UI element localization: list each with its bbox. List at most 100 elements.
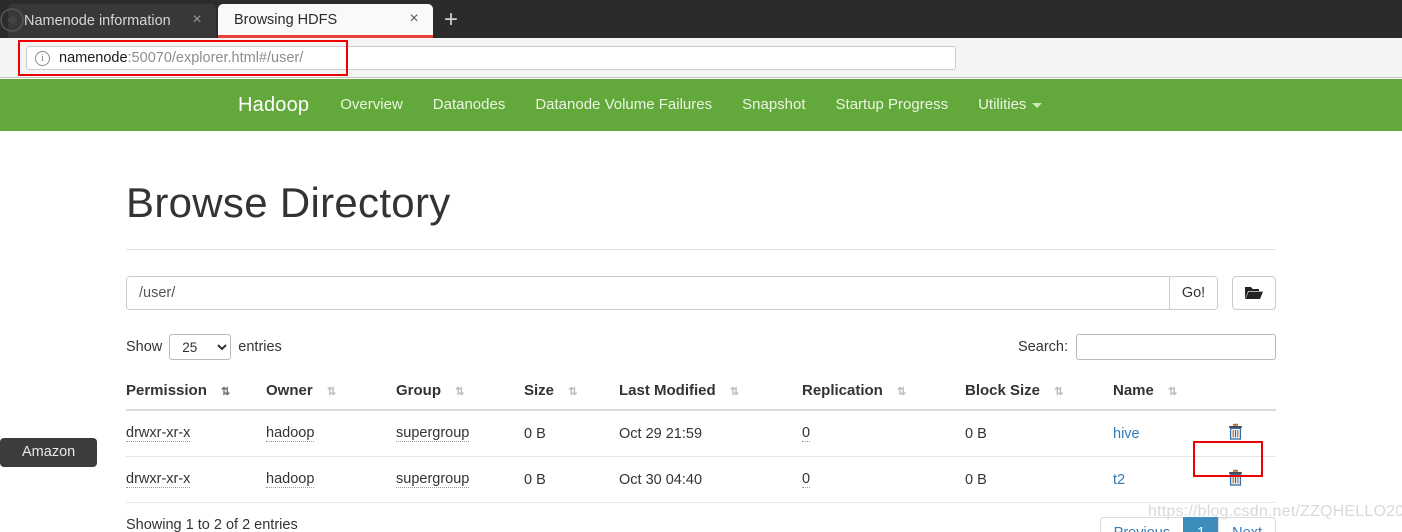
url-bar[interactable]: i namenode:50070/explorer.html#/user/ (26, 46, 956, 70)
cell-last-modified: Oct 30 04:40 (619, 456, 802, 503)
url-host: namenode (59, 50, 128, 66)
cell-name: t2 (1113, 456, 1228, 503)
table-search-input[interactable] (1076, 334, 1276, 360)
table-header-row: Permission ⇅ Owner ⇅ Group ⇅ Size ⇅ Last… (126, 374, 1276, 411)
sort-icon[interactable]: ⇅ (221, 385, 232, 398)
column-header-owner[interactable]: Owner ⇅ (266, 374, 396, 411)
info-icon[interactable]: i (35, 50, 50, 66)
nav-dropdown-utilities[interactable]: Utilities (963, 79, 1057, 131)
sort-icon[interactable]: ⇅ (568, 385, 579, 398)
nav-link-datanode-volume-failures[interactable]: Datanode Volume Failures (520, 79, 727, 131)
column-label: Permission (126, 382, 207, 399)
folder-open-icon (1245, 287, 1263, 299)
cell-size: 0 B (524, 456, 619, 503)
page-content: Browse Directory Go! Show (0, 131, 1402, 532)
group-value[interactable]: supergroup (396, 471, 470, 489)
entries-select[interactable]: 25 (169, 334, 232, 360)
table-row: drwxr-xr-x hadoop supergroup 0 B Oct 29 … (126, 410, 1276, 457)
directory-link[interactable]: hive (1113, 426, 1140, 442)
column-label: Owner (266, 382, 313, 399)
entries-label: entries (238, 339, 282, 355)
cell-last-modified: Oct 29 21:59 (619, 410, 802, 457)
cell-actions (1228, 456, 1276, 503)
sort-icon[interactable]: ⇅ (327, 385, 338, 398)
directory-table: Permission ⇅ Owner ⇅ Group ⇅ Size ⇅ Last… (126, 374, 1276, 503)
cell-permission: drwxr-xr-x (126, 456, 266, 503)
pagination-next[interactable]: Next (1218, 517, 1276, 532)
table-search-control: Search: (1018, 334, 1276, 360)
trash-icon[interactable] (1228, 423, 1243, 444)
cell-actions (1228, 410, 1276, 457)
title-divider (126, 249, 1276, 250)
column-label: Size (524, 382, 555, 399)
column-header-permission[interactable]: Permission ⇅ (126, 374, 266, 411)
replication-value[interactable]: 0 (802, 471, 811, 489)
hadoop-brand[interactable]: Hadoop (222, 94, 325, 117)
sort-icon[interactable]: ⇅ (897, 385, 908, 398)
column-label: Group (396, 382, 441, 399)
status-tooltip: Amazon (0, 438, 98, 467)
nav-link-overview[interactable]: Overview (325, 79, 418, 131)
tab-namenode-information[interactable]: Namenode information × (8, 4, 216, 38)
replication-value[interactable]: 0 (802, 425, 811, 443)
cell-replication: 0 (802, 410, 965, 457)
column-header-last-modified[interactable]: Last Modified ⇅ (619, 374, 802, 411)
table-controls: Show 25 entries Search: (126, 334, 1276, 360)
table-head: Permission ⇅ Owner ⇅ Group ⇅ Size ⇅ Last… (126, 374, 1276, 411)
nav-link-startup-progress[interactable]: Startup Progress (821, 79, 964, 131)
column-header-replication[interactable]: Replication ⇅ (802, 374, 965, 411)
entries-info: Showing 1 to 2 of 2 entries (126, 517, 298, 532)
cell-permission: drwxr-xr-x (126, 410, 266, 457)
column-label: Name (1113, 382, 1154, 399)
close-icon[interactable]: × (188, 12, 206, 30)
tab-label: Browsing HDFS (234, 11, 338, 28)
path-input[interactable] (127, 277, 1169, 309)
pagination: Previous 1 Next (1099, 517, 1276, 532)
sort-icon[interactable]: ⇅ (730, 385, 741, 398)
permission-value[interactable]: drwxr-xr-x (126, 425, 191, 443)
show-entries-control: Show 25 entries (126, 334, 282, 360)
browse-folder-button[interactable] (1232, 276, 1276, 310)
show-label: Show (126, 339, 163, 355)
column-label: Replication (802, 382, 883, 399)
owner-value[interactable]: hadoop (266, 471, 315, 489)
column-header-block-size[interactable]: Block Size ⇅ (965, 374, 1113, 411)
permission-value[interactable]: drwxr-xr-x (126, 471, 191, 489)
table-footer: Showing 1 to 2 of 2 entries Previous 1 N… (126, 517, 1276, 532)
cell-owner: hadoop (266, 410, 396, 457)
trash-icon[interactable] (1228, 469, 1243, 490)
back-button[interactable] (0, 8, 26, 34)
close-icon[interactable]: × (405, 10, 423, 29)
hadoop-navbar: Hadoop Overview Datanodes Datanode Volum… (0, 79, 1402, 131)
cell-group: supergroup (396, 456, 524, 503)
pagination-page-1[interactable]: 1 (1183, 517, 1220, 532)
table-search-label: Search: (1018, 339, 1068, 355)
column-header-group[interactable]: Group ⇅ (396, 374, 524, 411)
tab-browsing-hdfs[interactable]: Browsing HDFS × (218, 4, 433, 38)
owner-value[interactable]: hadoop (266, 425, 315, 443)
nav-link-snapshot[interactable]: Snapshot (727, 79, 820, 131)
go-button[interactable]: Go! (1169, 277, 1217, 309)
url-path: :50070/explorer.html#/user/ (127, 50, 304, 66)
new-tab-icon[interactable]: + (438, 8, 464, 34)
group-value[interactable]: supergroup (396, 425, 470, 443)
cell-group: supergroup (396, 410, 524, 457)
sort-icon[interactable]: ⇅ (1168, 385, 1179, 398)
column-header-size[interactable]: Size ⇅ (524, 374, 619, 411)
column-header-actions (1228, 374, 1276, 411)
nav-link-datanodes[interactable]: Datanodes (418, 79, 521, 131)
sort-icon[interactable]: ⇅ (1054, 385, 1065, 398)
column-label: Block Size (965, 382, 1041, 399)
pagination-previous[interactable]: Previous (1099, 517, 1185, 532)
browser-window: Namenode information × Browsing HDFS × + (0, 0, 1402, 532)
path-input-group: Go! (126, 276, 1218, 310)
chevron-down-icon (1032, 102, 1043, 108)
page-title: Browse Directory (126, 179, 451, 226)
cell-name: hive (1113, 410, 1228, 457)
column-header-name[interactable]: Name ⇅ (1113, 374, 1228, 411)
nav-dropdown-label: Utilities (978, 96, 1027, 113)
table-row: drwxr-xr-x hadoop supergroup 0 B Oct 30 … (126, 456, 1276, 503)
directory-link[interactable]: t2 (1113, 472, 1125, 488)
tab-bar: Namenode information × Browsing HDFS × + (0, 0, 1402, 38)
sort-icon[interactable]: ⇅ (455, 385, 466, 398)
